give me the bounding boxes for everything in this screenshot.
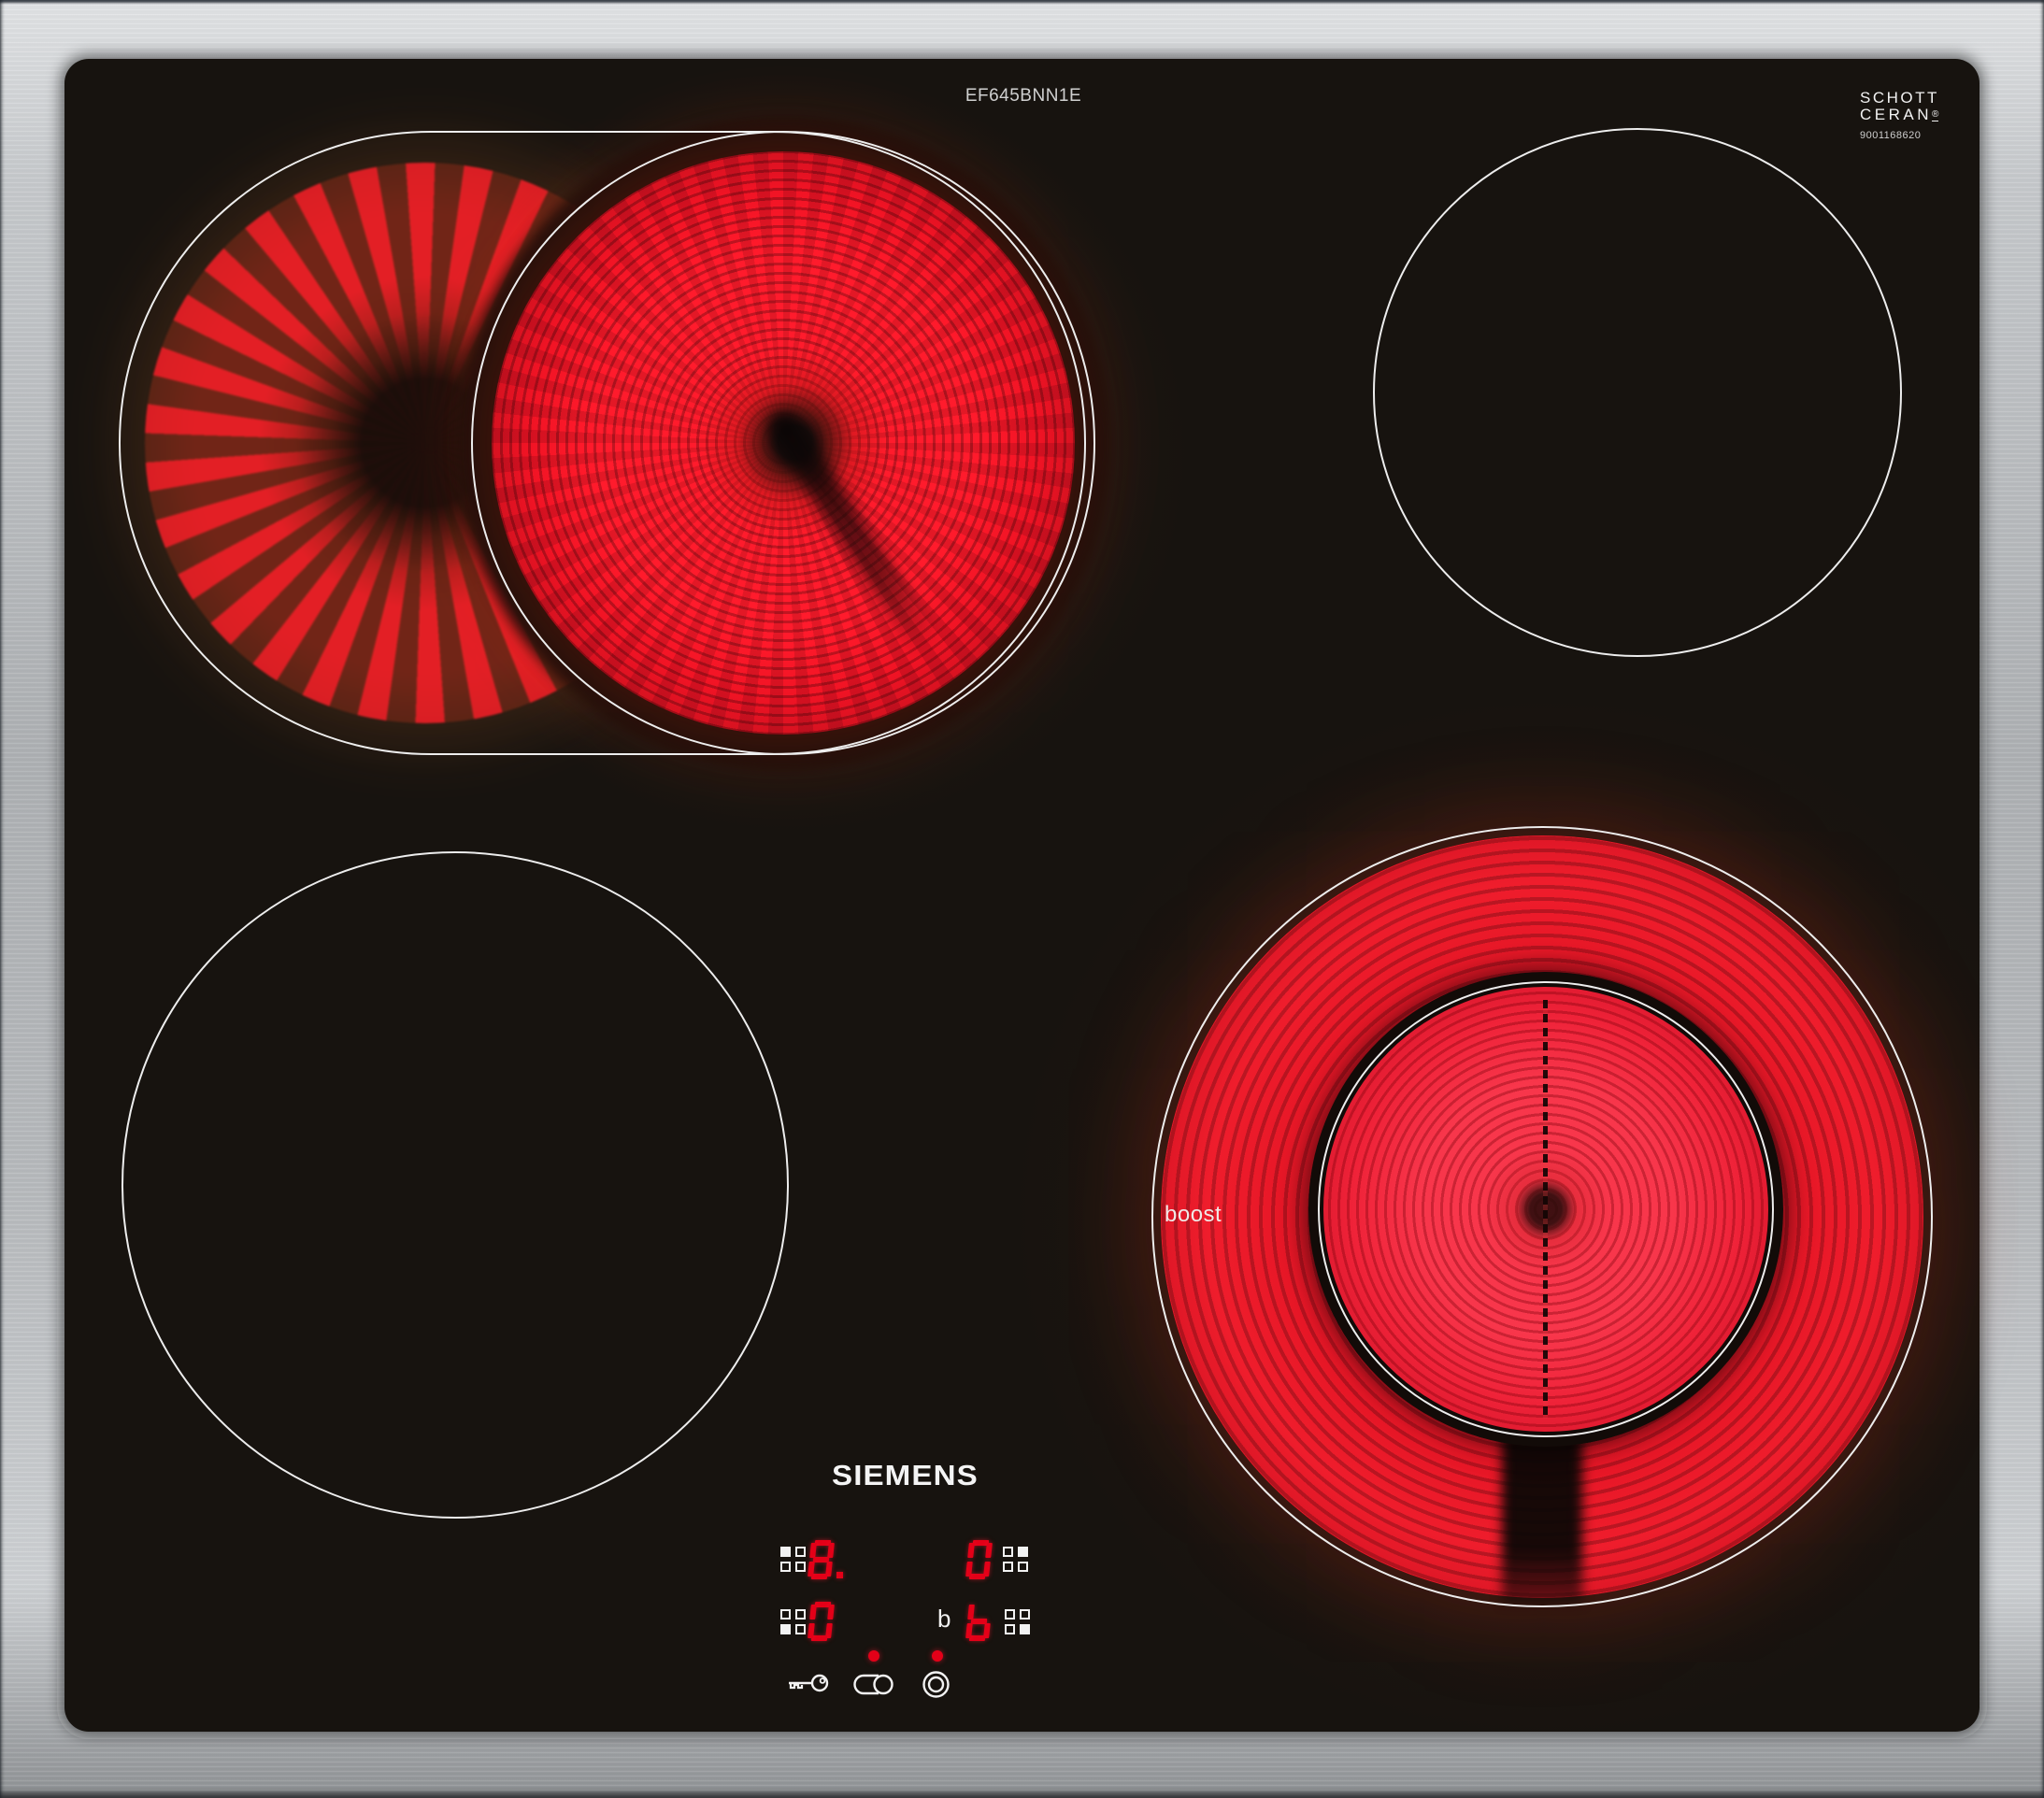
glass-product-code: 9001168620 [1860, 130, 1963, 141]
display-front-right [967, 1602, 991, 1641]
boost-label: boost [1165, 1202, 1222, 1228]
grid-cell [780, 1624, 791, 1634]
boost-indicator-letter: b [937, 1606, 951, 1631]
registered-mark: ® [1932, 109, 1938, 121]
grid-cell [1005, 1609, 1015, 1620]
indicator-dot [932, 1650, 943, 1662]
grid-cell [795, 1609, 806, 1620]
model-number: EF645BNN1E [953, 86, 1093, 107]
display-rear-right [967, 1540, 991, 1579]
grid-cell [780, 1562, 791, 1572]
grid-cell [1018, 1562, 1028, 1572]
oval-zone-icon[interactable] [852, 1674, 893, 1695]
grid-cell [780, 1609, 791, 1620]
zone-select-indicator-rear-left[interactable] [780, 1547, 806, 1572]
zone-select-indicator-front-left[interactable] [780, 1609, 806, 1634]
dual-ring-icon[interactable] [922, 1670, 951, 1699]
hob-photo: EF645BNN1E SCHOTT CERAN® 9001168620 boos… [0, 0, 2044, 1798]
grid-cell [1003, 1562, 1013, 1572]
display-front-left [809, 1602, 833, 1641]
zone-select-indicator-front-right[interactable] [1005, 1609, 1030, 1634]
grid-cell [795, 1562, 806, 1572]
zone-outline-front-left [121, 851, 789, 1519]
grid-cell [1018, 1547, 1028, 1557]
grid-cell [795, 1547, 806, 1557]
zone-outline-rear-left-circle [471, 131, 1095, 755]
grid-cell [795, 1624, 806, 1634]
grid-cell [1005, 1624, 1015, 1634]
display-rear-left [809, 1540, 843, 1579]
grid-cell [1020, 1609, 1030, 1620]
ceran-text: CERAN [1860, 106, 1932, 123]
zone-outline-rear-right [1373, 128, 1902, 657]
grid-cell [1003, 1547, 1013, 1557]
schott-logo-line2: CERAN® [1860, 107, 1963, 123]
zone-outline-front-right-inner [1318, 981, 1774, 1437]
brand-logo: SIEMENS [832, 1459, 979, 1492]
grid-cell [1020, 1624, 1030, 1634]
schott-ceran-logo: SCHOTT CERAN® 9001168620 [1860, 90, 1963, 141]
child-lock-key-icon[interactable] [785, 1671, 830, 1695]
zone-select-indicator-rear-right[interactable] [1003, 1547, 1028, 1572]
indicator-dot [868, 1650, 879, 1662]
schott-logo-line1: SCHOTT [1860, 90, 1963, 107]
grid-cell [780, 1547, 791, 1557]
